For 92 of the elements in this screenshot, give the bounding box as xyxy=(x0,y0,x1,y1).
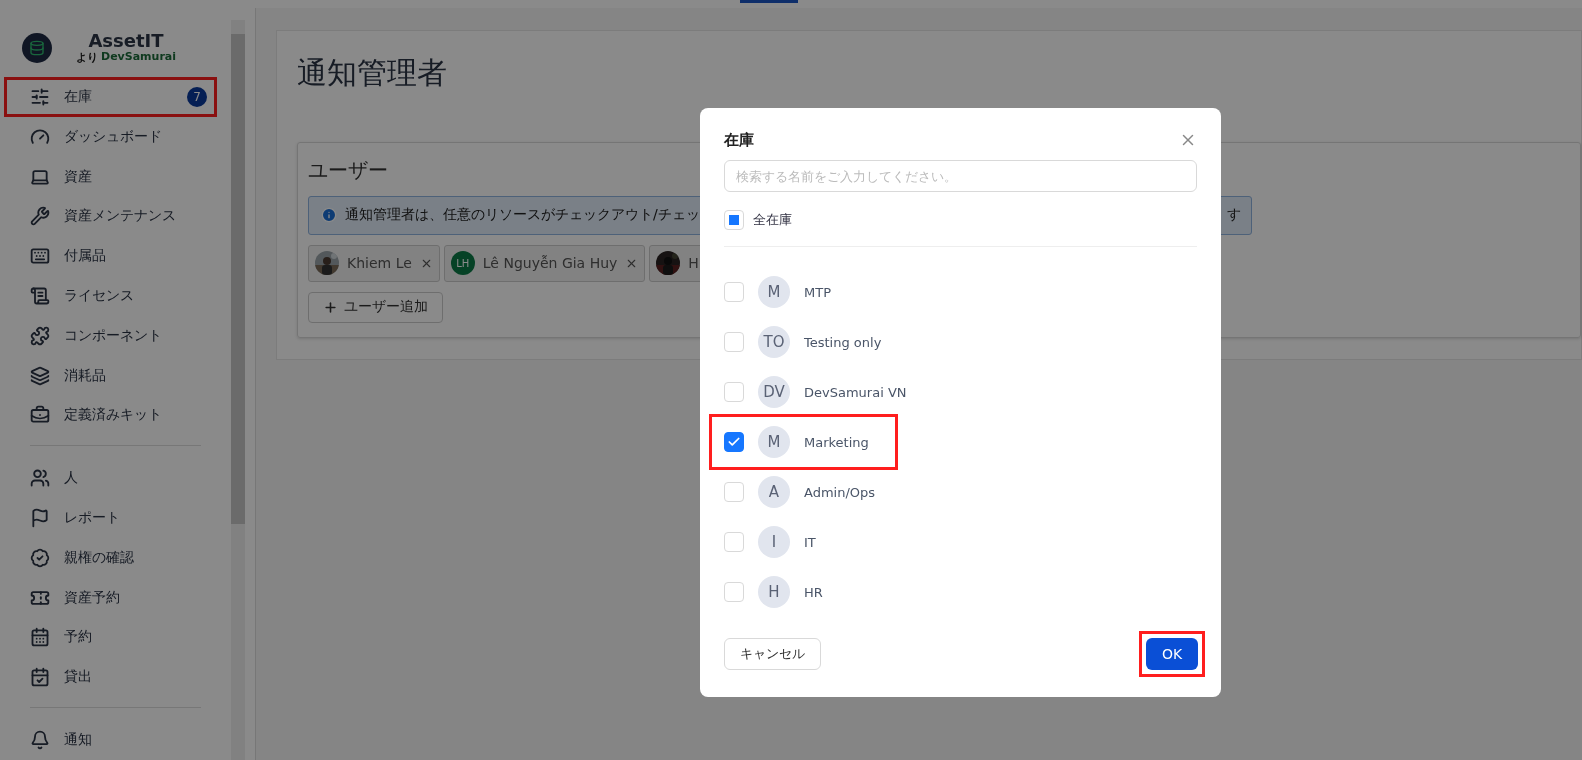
user-name: H xyxy=(688,255,699,272)
sidebar-label: 人 xyxy=(64,469,79,488)
option-label: Marketing xyxy=(804,434,869,450)
calendar-check-icon xyxy=(30,667,50,688)
sidebar-item[interactable]: 通知 xyxy=(22,720,213,760)
sliders-icon xyxy=(30,86,50,107)
check-icon xyxy=(727,435,741,449)
sidebar-label: 資産メンテナンス xyxy=(64,207,177,226)
initials-avatar: H xyxy=(758,576,790,608)
option-row[interactable]: I IT xyxy=(724,517,816,567)
add-user-button[interactable]: ユーザー追加 xyxy=(308,291,443,323)
user-name: Lê Nguyễn Gia Huy xyxy=(482,255,618,272)
tab-indicator xyxy=(740,0,798,3)
sidebar-label: 貸出 xyxy=(64,668,93,687)
option-label: Testing only xyxy=(804,334,882,350)
sidebar-item[interactable]: 在庫 7 xyxy=(4,77,217,117)
briefcase-icon xyxy=(30,405,50,426)
cancel-button[interactable]: キャンセル xyxy=(724,638,821,670)
sidebar-item[interactable]: ライセンス xyxy=(22,276,213,316)
option-row[interactable]: H HR xyxy=(724,567,823,617)
sidebar-item[interactable]: レポート xyxy=(22,498,213,538)
plus-icon xyxy=(323,299,338,315)
option-label: Admin/Ops xyxy=(804,484,876,500)
badge-check-icon xyxy=(30,547,50,568)
puzzle-icon xyxy=(30,325,50,346)
option-row[interactable]: M MTP xyxy=(724,267,831,317)
option-row[interactable]: A Admin/Ops xyxy=(724,467,876,517)
info-icon xyxy=(321,207,337,224)
option-label: HR xyxy=(804,584,823,600)
sidebar-label: コンポーネント xyxy=(64,326,163,345)
sidebar-label: 通知 xyxy=(64,731,93,750)
count-badge: 7 xyxy=(187,86,207,107)
user-name: Khiem Le xyxy=(347,255,412,272)
option-label: DevSamurai VN xyxy=(804,384,907,400)
user-avatar: LH xyxy=(450,251,475,276)
option-label: MTP xyxy=(804,284,831,300)
layers-icon xyxy=(30,365,50,386)
search-field[interactable]: 検索する名前をご入力してください。 xyxy=(724,160,1197,192)
option-label: IT xyxy=(804,534,816,550)
sidebar-item[interactable]: 資産メンテナンス xyxy=(22,196,213,237)
checkbox[interactable] xyxy=(724,432,744,452)
scrollbar[interactable] xyxy=(231,20,245,760)
dialog-title: 在庫 xyxy=(724,130,754,150)
ok-button[interactable]: OK xyxy=(1146,638,1198,670)
option-label: 全在庫 xyxy=(753,211,792,229)
sidebar-item[interactable]: 資産予約 xyxy=(22,577,213,618)
initials-avatar: I xyxy=(758,526,790,558)
sidebar-label: 消耗品 xyxy=(64,366,107,385)
sidebar-item[interactable]: 付属品 xyxy=(22,236,213,277)
page-title: 通知管理者 xyxy=(297,54,448,92)
sidebar-item[interactable]: 貸出 xyxy=(22,657,213,698)
calendar-icon xyxy=(30,627,50,648)
sidebar-label: 付属品 xyxy=(64,247,107,266)
sidebar-item[interactable]: ダッシュボード xyxy=(22,116,213,157)
sidebar-item[interactable]: 資産 xyxy=(22,156,213,197)
highlighted-row[interactable]: M Marketing xyxy=(712,417,895,467)
sidebar-item[interactable]: 定義済みキット xyxy=(22,395,213,436)
logo-icon xyxy=(22,32,52,63)
sidebar-item[interactable]: 予約 xyxy=(22,617,213,658)
wrench-icon xyxy=(30,206,50,227)
sidebar-label: 資産 xyxy=(64,167,93,186)
sidebar-label: レポート xyxy=(64,509,121,528)
gauge-icon xyxy=(30,126,50,147)
sidebar-item[interactable]: 人 xyxy=(22,458,213,499)
sidebar-label: 定義済みキット xyxy=(64,406,163,425)
bell-icon xyxy=(30,730,50,751)
initials-avatar: DV xyxy=(758,376,790,408)
scroll-icon xyxy=(30,285,50,306)
initials-avatar: M xyxy=(758,276,790,308)
logo-by: より xyxy=(76,50,98,65)
sidebar-label: ダッシュボード xyxy=(64,127,163,146)
sidebar-label: ライセンス xyxy=(64,286,135,305)
initials-avatar: A xyxy=(758,476,790,508)
option-row[interactable]: DV DevSamurai VN xyxy=(724,367,907,417)
initials-avatar: TO xyxy=(758,326,790,358)
sidebar-item[interactable]: 消耗品 xyxy=(22,355,213,396)
users-icon xyxy=(30,468,50,489)
sidebar-item[interactable]: 親権の確認 xyxy=(22,537,213,578)
keyboard-icon xyxy=(30,246,50,267)
initials-avatar: M xyxy=(758,426,790,458)
logo-company: DevSamurai xyxy=(101,50,177,65)
sidebar-label: 在庫 xyxy=(64,87,93,106)
sidebar-label: 資産予約 xyxy=(64,588,121,607)
flag-icon xyxy=(30,508,50,529)
alert-text: す xyxy=(1227,206,1241,225)
logo-name: AssetIT xyxy=(88,30,164,51)
sidebar-item[interactable]: コンポーネント xyxy=(22,315,213,356)
sidebar-label: 予約 xyxy=(64,628,93,647)
card-title: ユーザー xyxy=(308,157,388,184)
alert-text: 通知管理者は、任意のリソースがチェックアウト/チェッ xyxy=(345,206,700,225)
option-row[interactable]: TO Testing only xyxy=(724,317,882,367)
sidebar-label: 親権の確認 xyxy=(64,548,135,567)
